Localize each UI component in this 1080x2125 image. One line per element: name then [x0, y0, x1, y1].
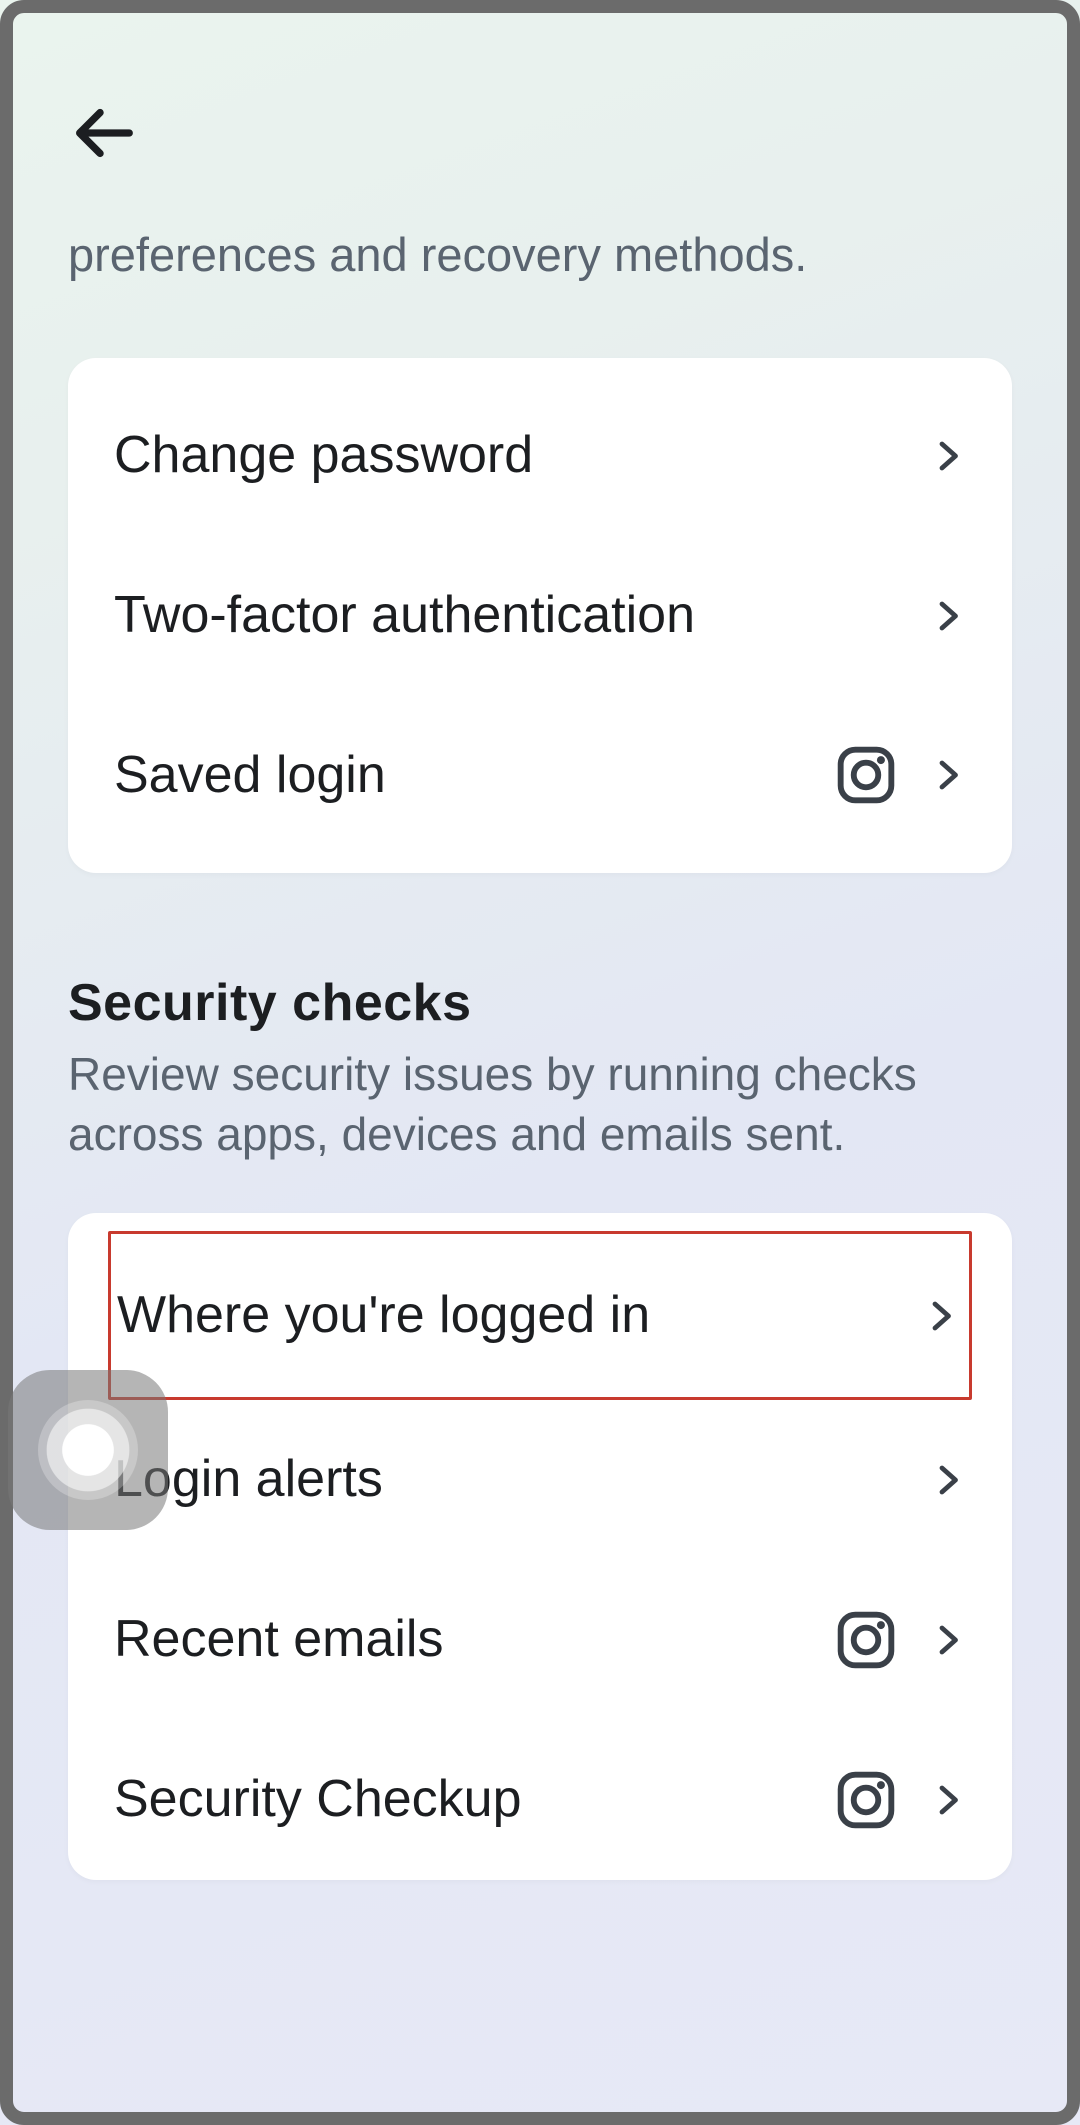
row-where-logged-in[interactable]: Where you're logged in [108, 1231, 972, 1400]
security-checks-title: Security checks [68, 973, 1012, 1033]
arrow-left-icon [68, 98, 138, 168]
chevron-right-icon [930, 1782, 966, 1818]
row-label: Security Checkup [114, 1768, 804, 1831]
row-two-factor[interactable]: Two-factor authentication [68, 536, 1012, 695]
assistive-touch-button[interactable] [8, 1370, 168, 1530]
instagram-icon [834, 1768, 898, 1832]
page-subtitle: preferences and recovery methods. [68, 223, 1012, 286]
row-login-alerts[interactable]: Login alerts [68, 1400, 1012, 1559]
row-recent-emails[interactable]: Recent emails [68, 1560, 1012, 1720]
row-label: Change password [114, 424, 900, 487]
row-label: Two-factor authentication [114, 584, 900, 647]
row-security-checkup[interactable]: Security Checkup [68, 1720, 1012, 1880]
back-button[interactable] [68, 98, 138, 168]
row-label: Saved login [114, 744, 804, 807]
security-checks-card: Where you're logged in Login alerts Rece… [68, 1213, 1012, 1880]
chevron-right-icon [930, 598, 966, 634]
chevron-right-icon [923, 1298, 959, 1334]
instagram-icon [834, 1608, 898, 1672]
login-security-card: Change password Two-factor authenticatio… [68, 358, 1012, 873]
instagram-icon [834, 743, 898, 807]
row-saved-login[interactable]: Saved login [68, 695, 1012, 855]
security-checks-description: Review security issues by running checks… [68, 1045, 1012, 1165]
row-change-password[interactable]: Change password [68, 376, 1012, 535]
row-label: Login alerts [114, 1448, 900, 1511]
row-label: Where you're logged in [117, 1284, 893, 1347]
row-label: Recent emails [114, 1608, 804, 1671]
chevron-right-icon [930, 438, 966, 474]
chevron-right-icon [930, 757, 966, 793]
chevron-right-icon [930, 1462, 966, 1498]
assistive-touch-icon [38, 1400, 138, 1500]
chevron-right-icon [930, 1622, 966, 1658]
